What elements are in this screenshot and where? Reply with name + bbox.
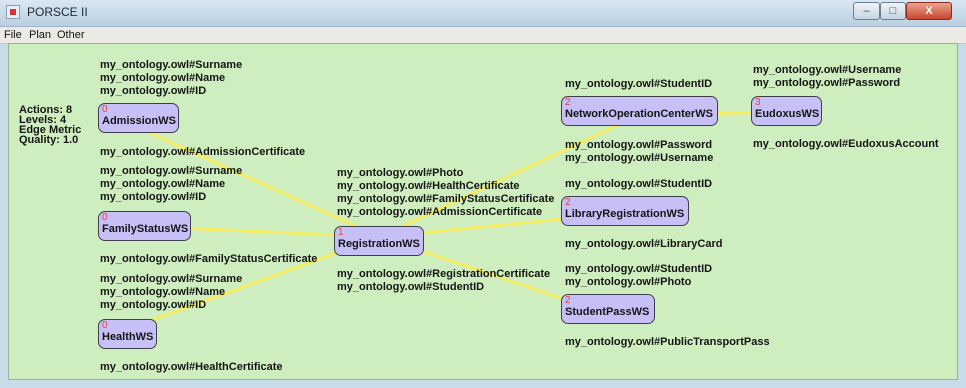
node-level: 1 [338,227,344,238]
health-output-certificate: my_ontology.owl#HealthCertificate [100,361,283,373]
studentpass-input-labels: my_ontology.owl#StudentID my_ontology.ow… [565,263,712,289]
health-input-name: my_ontology.owl#Name [100,286,226,298]
admission-input-name: my_ontology.owl#Name [100,72,226,84]
eudoxus-input-password: my_ontology.owl#Password [753,77,901,89]
node-level: 2 [565,97,571,108]
network-output-labels: my_ontology.owl#Password my_ontology.owl… [565,139,713,165]
node-network-operation-center-ws[interactable]: 2 NetworkOperationCenterWS [561,96,718,126]
close-button[interactable]: X [906,2,952,20]
menu-plan[interactable]: Plan [29,29,51,41]
node-admission-ws[interactable]: 0 AdmissionWS [98,103,179,133]
admission-input-labels: my_ontology.owl#Surname my_ontology.owl#… [100,59,242,98]
studentpass-output-labels: my_ontology.owl#PublicTransportPass [565,336,770,349]
menu-file[interactable]: File [4,29,22,41]
plan-statistics: Actions: 8 Levels: 4 Edge Metric Quality… [19,105,81,146]
app-icon [6,5,20,19]
library-output-labels: my_ontology.owl#LibraryCard [565,238,723,251]
network-output-username: my_ontology.owl#Username [565,152,714,164]
studentpass-input-studentid: my_ontology.owl#StudentID [565,263,713,275]
library-input-labels: my_ontology.owl#StudentID [565,178,712,191]
node-name: RegistrationWS [338,238,420,250]
window-title: PORSCE II [27,5,88,19]
registration-input-photo: my_ontology.owl#Photo [337,167,464,179]
eudoxus-output-account: my_ontology.owl#EudoxusAccount [753,138,939,150]
menu-bar: File Plan Other [0,27,966,44]
health-input-labels: my_ontology.owl#Surname my_ontology.owl#… [100,273,242,312]
node-level: 0 [102,104,108,115]
registration-input-admission: my_ontology.owl#AdmissionCertificate [337,206,543,218]
registration-output-certificate: my_ontology.owl#RegistrationCertificate [337,268,551,280]
registration-input-labels: my_ontology.owl#Photo my_ontology.owl#He… [337,167,554,219]
menu-other[interactable]: Other [57,29,85,41]
network-input-studentid: my_ontology.owl#StudentID [565,78,713,90]
admission-input-id: my_ontology.owl#ID [100,85,207,97]
node-eudoxus-ws[interactable]: 3 EudoxusWS [751,96,822,126]
eudoxus-output-labels: my_ontology.owl#EudoxusAccount [753,138,939,151]
registration-output-studentid: my_ontology.owl#StudentID [337,281,485,293]
node-level: 3 [755,97,761,108]
node-level: 0 [102,320,108,331]
studentpass-input-photo: my_ontology.owl#Photo [565,276,692,288]
admission-output-labels: my_ontology.owl#AdmissionCertificate [100,146,305,159]
family-output-labels: my_ontology.owl#FamilyStatusCertificate [100,253,317,266]
node-library-registration-ws[interactable]: 2 LibraryRegistrationWS [561,196,689,226]
registration-input-family: my_ontology.owl#FamilyStatusCertificate [337,193,555,205]
library-output-librarycard: my_ontology.owl#LibraryCard [565,238,723,250]
node-name: AdmissionWS [102,115,176,127]
minimize-button[interactable]: – [853,2,880,20]
health-input-surname: my_ontology.owl#Surname [100,273,243,285]
title-bar[interactable]: PORSCE II – □ X [0,0,966,27]
maximize-button[interactable]: □ [880,2,906,20]
family-input-labels: my_ontology.owl#Surname my_ontology.owl#… [100,165,242,204]
node-name: FamilyStatusWS [102,223,189,235]
admission-output-certificate: my_ontology.owl#AdmissionCertificate [100,146,306,158]
family-input-surname: my_ontology.owl#Surname [100,165,243,177]
eudoxus-input-labels: my_ontology.owl#Username my_ontology.owl… [753,64,901,90]
application-window: PORSCE II – □ X File Plan Other Actions:… [0,0,966,388]
eudoxus-input-username: my_ontology.owl#Username [753,64,902,76]
network-output-password: my_ontology.owl#Password [565,139,713,151]
node-name: StudentPassWS [565,306,650,318]
node-name: LibraryRegistrationWS [565,208,685,220]
quality-value: Quality: 1.0 [19,134,79,146]
node-name: HealthWS [102,331,154,343]
node-name: EudoxusWS [755,108,820,120]
network-input-labels: my_ontology.owl#StudentID [565,78,712,91]
node-level: 0 [102,212,108,223]
health-input-id: my_ontology.owl#ID [100,299,207,311]
node-level: 2 [565,295,571,306]
node-family-status-ws[interactable]: 0 FamilyStatusWS [98,211,191,241]
admission-input-surname: my_ontology.owl#Surname [100,59,243,71]
node-student-pass-ws[interactable]: 2 StudentPassWS [561,294,655,324]
health-output-labels: my_ontology.owl#HealthCertificate [100,361,283,374]
family-input-name: my_ontology.owl#Name [100,178,226,190]
node-registration-ws[interactable]: 1 RegistrationWS [334,226,424,256]
family-output-certificate: my_ontology.owl#FamilyStatusCertificate [100,253,318,265]
node-health-ws[interactable]: 0 HealthWS [98,319,157,349]
node-level: 2 [565,197,571,208]
registration-input-health: my_ontology.owl#HealthCertificate [337,180,520,192]
registration-output-labels: my_ontology.owl#RegistrationCertificate … [337,268,550,294]
plan-graph-canvas[interactable]: Actions: 8 Levels: 4 Edge Metric Quality… [8,43,958,380]
node-name: NetworkOperationCenterWS [565,108,713,120]
family-input-id: my_ontology.owl#ID [100,191,207,203]
studentpass-output-transportpass: my_ontology.owl#PublicTransportPass [565,336,770,348]
library-input-studentid: my_ontology.owl#StudentID [565,178,713,190]
